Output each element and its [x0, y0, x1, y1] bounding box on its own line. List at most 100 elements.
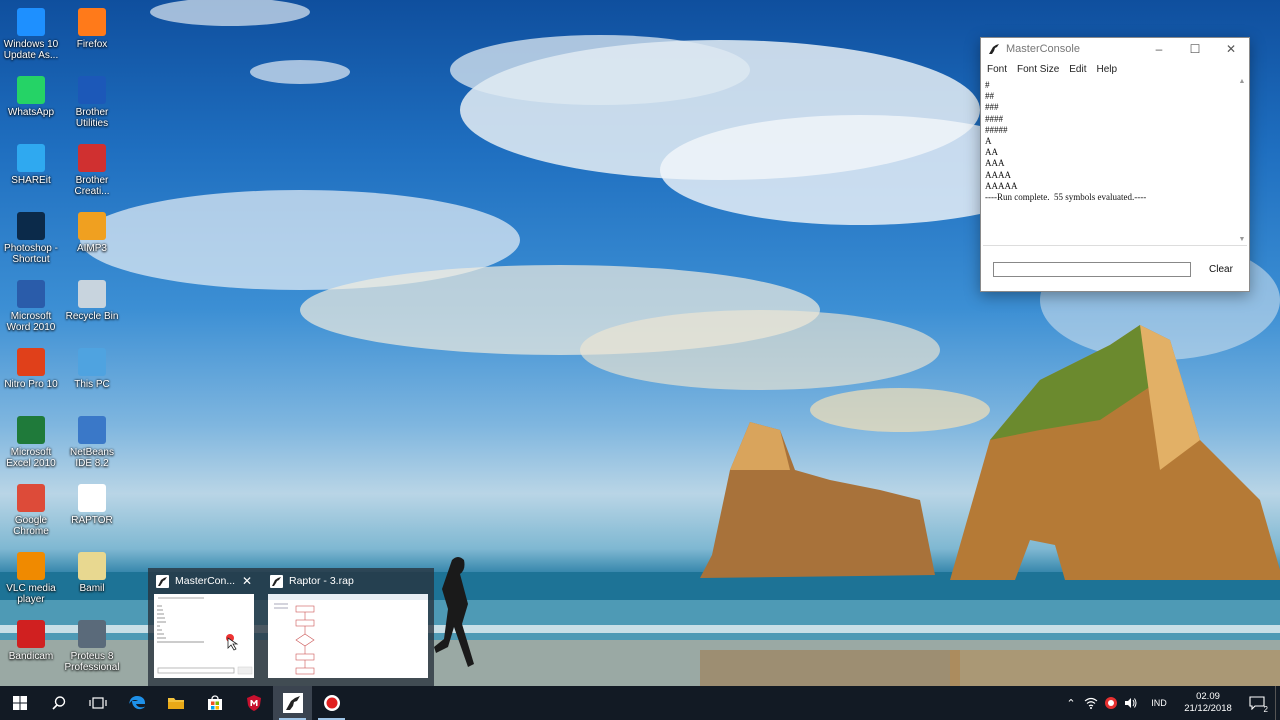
- console-line: AA: [985, 147, 998, 158]
- thumbnail-masterconsole[interactable]: MasterCon... ✕: [152, 572, 256, 682]
- thumbnail-image: [268, 594, 428, 678]
- desktop-icon[interactable]: Firefox: [61, 8, 123, 50]
- chrome-icon: [17, 484, 45, 512]
- thumbnail-raptor[interactable]: Raptor - 3.rap: [266, 572, 430, 682]
- desktop-icon[interactable]: NetBeans IDE 8.2: [61, 416, 123, 469]
- taskbar-bandicam[interactable]: [312, 686, 351, 720]
- excel-icon: [17, 416, 45, 444]
- thumbnail-caption: MasterCon... ✕: [152, 572, 256, 590]
- desktop-icon[interactable]: Proteus 8 Professional: [61, 620, 123, 673]
- desktop-icon[interactable]: Photoshop - Shortcut: [0, 212, 62, 265]
- window-title: MasterConsole: [1006, 43, 1080, 55]
- show-desktop-button[interactable]: [1275, 686, 1280, 720]
- tray-network[interactable]: [1081, 686, 1101, 720]
- desktop-icon[interactable]: AIMP3: [61, 212, 123, 254]
- raptor-app-icon: [282, 693, 303, 713]
- whatsapp-icon: [17, 76, 45, 104]
- clock[interactable]: 02.09 21/12/2018: [1177, 691, 1239, 715]
- input-language[interactable]: IND: [1141, 698, 1177, 708]
- minimize-icon: –: [1155, 42, 1163, 56]
- console-line: #####: [985, 124, 1008, 135]
- taskbar-mcafee[interactable]: [234, 686, 273, 720]
- recycle-bin-icon: [78, 280, 106, 308]
- thumbnail-close-icon[interactable]: ✕: [240, 574, 254, 588]
- close-button[interactable]: ✕: [1213, 38, 1249, 60]
- desktop-icon-label: Bandicam: [8, 651, 54, 662]
- console-line: ###: [985, 102, 999, 113]
- window-titlebar[interactable]: MasterConsole – ☐ ✕: [981, 38, 1249, 60]
- desktop-icon[interactable]: This PC: [61, 348, 123, 390]
- desktop-icon[interactable]: Microsoft Excel 2010: [0, 416, 62, 469]
- output-scrollbar[interactable]: ▲ ▼: [1237, 78, 1247, 246]
- desktop-icon[interactable]: Nitro Pro 10: [0, 348, 62, 390]
- maximize-icon: ☐: [1189, 42, 1201, 56]
- menu-edit[interactable]: Edit: [1067, 64, 1092, 75]
- desktop-icon[interactable]: WhatsApp: [0, 76, 62, 118]
- maximize-button[interactable]: ☐: [1177, 38, 1213, 60]
- menu-help[interactable]: Help: [1095, 64, 1124, 75]
- notification-count: 2: [1263, 705, 1268, 714]
- command-input[interactable]: [993, 262, 1191, 277]
- menu-font-size[interactable]: Font Size: [1015, 64, 1065, 75]
- desktop-icon[interactable]: Windows 10 Update As...: [0, 8, 62, 61]
- desktop-icon[interactable]: Brother Utilities: [61, 76, 123, 129]
- chevron-up-icon: ⌃: [1066, 697, 1076, 710]
- command-input-row: Clear: [993, 260, 1243, 280]
- desktop-icon[interactable]: VLC media player: [0, 552, 62, 605]
- console-line: #: [985, 80, 990, 90]
- desktop-icon[interactable]: Microsoft Word 2010: [0, 280, 62, 333]
- desktop-icon-label: Bamil: [79, 583, 105, 594]
- desktop-icon[interactable]: Google Chrome: [0, 484, 62, 537]
- action-center-button[interactable]: 2: [1239, 686, 1275, 720]
- scroll-down-icon[interactable]: ▼: [1237, 236, 1247, 246]
- task-view-button[interactable]: [78, 686, 117, 720]
- masterconsole-window[interactable]: MasterConsole – ☐ ✕ Font Font Size Edit …: [980, 37, 1250, 292]
- edge-icon: [128, 696, 145, 710]
- tray-overflow-button[interactable]: ⌃: [1061, 686, 1081, 720]
- mcafee-shield-icon: [246, 695, 261, 711]
- bamil-icon: [78, 552, 106, 580]
- taskbar-edge[interactable]: [117, 686, 156, 720]
- vlc-icon: [17, 552, 45, 580]
- tray-volume[interactable]: [1121, 686, 1141, 720]
- desktop-icon-label: VLC media player: [6, 583, 56, 605]
- desktop-icon[interactable]: RAPTOR: [61, 484, 123, 526]
- scroll-up-icon[interactable]: ▲: [1237, 78, 1247, 88]
- tray-record-status[interactable]: [1101, 686, 1121, 720]
- store-icon: [207, 695, 222, 710]
- console-line: AAA: [985, 158, 1005, 169]
- photoshop-icon: [17, 212, 45, 240]
- thumbnail-title: MasterCon...: [175, 575, 236, 587]
- taskbar-store[interactable]: [195, 686, 234, 720]
- taskbar-file-explorer[interactable]: [156, 686, 195, 720]
- desktop-icon[interactable]: Bamil: [61, 552, 123, 594]
- search-button[interactable]: [39, 686, 78, 720]
- raptor-app-icon: [989, 44, 999, 54]
- console-output[interactable]: # ## ### #### ##### A AA AAA AAAA AAAAA ----Run co…: [983, 78, 1247, 246]
- desktop-icon-label: Firefox: [76, 39, 108, 50]
- desktop-icon[interactable]: Bandicam: [0, 620, 62, 662]
- desktop-icon-label: Photoshop - Shortcut: [4, 243, 58, 265]
- desktop-icon[interactable]: Brother Creati...: [61, 144, 123, 197]
- thumbnail-image: [154, 594, 254, 678]
- clear-button[interactable]: Clear: [1201, 261, 1241, 279]
- desktop-icon[interactable]: SHAREit: [0, 144, 62, 186]
- task-view-icon: [88, 697, 107, 709]
- desktop-icon-label: Microsoft Word 2010: [6, 311, 56, 333]
- taskbar-raptor[interactable]: [273, 686, 312, 720]
- record-icon: [323, 695, 340, 711]
- close-icon: ✕: [1225, 42, 1237, 56]
- bandicam-icon: [17, 620, 45, 648]
- minimize-button[interactable]: –: [1141, 38, 1177, 60]
- system-tray: ⌃ IND 02.09 21/12/2018 2: [1061, 686, 1280, 720]
- start-button[interactable]: [0, 686, 39, 720]
- desktop-icon-label: Brother Creati...: [74, 175, 110, 197]
- desktop-icon[interactable]: Recycle Bin: [61, 280, 123, 322]
- raptor-icon: [78, 484, 106, 512]
- menu-bar: Font Font Size Edit Help: [981, 60, 1249, 78]
- desktop-icon-label: Nitro Pro 10: [4, 379, 58, 390]
- firefox-icon: [78, 8, 106, 36]
- console-line: A: [985, 136, 992, 147]
- thumbnail-raptor-miniature: [268, 594, 428, 678]
- menu-font[interactable]: Font: [985, 64, 1013, 75]
